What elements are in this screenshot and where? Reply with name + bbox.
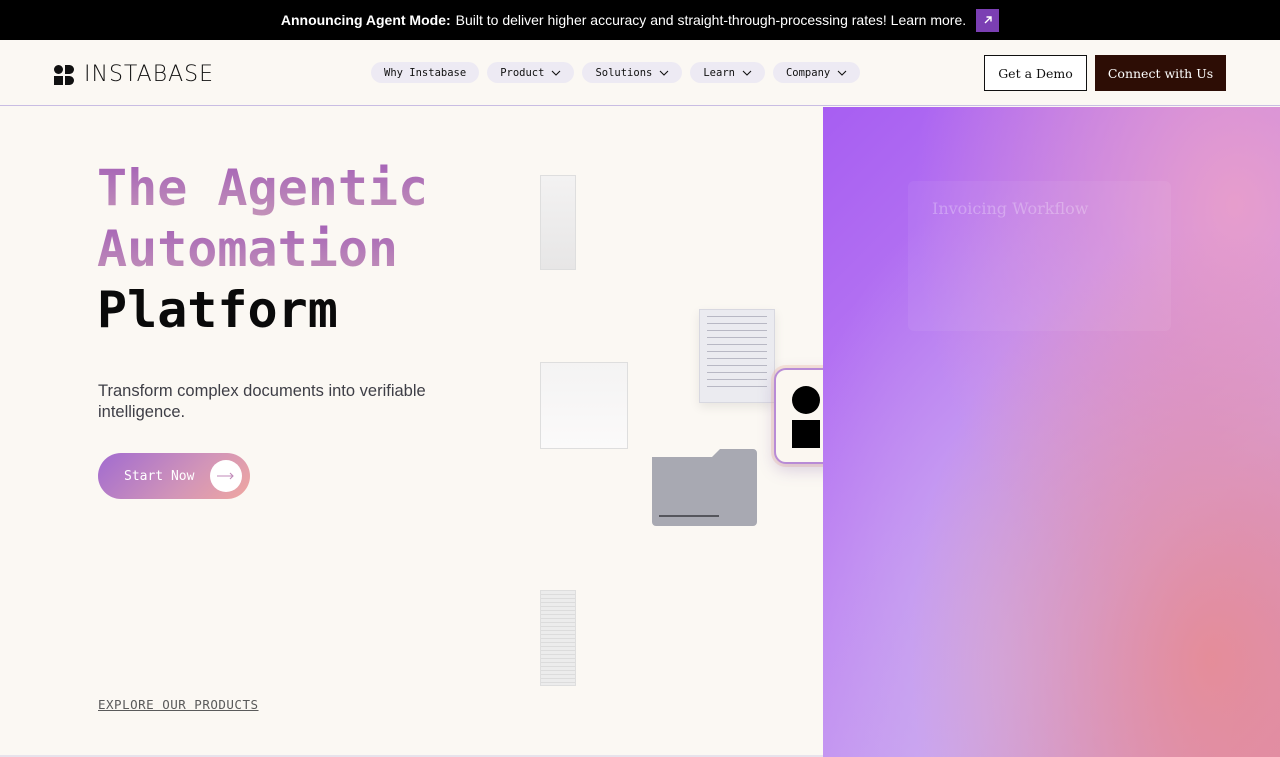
- hero-title-line-2: Automation: [97, 219, 428, 280]
- main-menu: Why Instabase Product Solutions Learn Co…: [371, 62, 861, 83]
- chevron-down-icon: [659, 70, 669, 76]
- chevron-down-icon: [837, 70, 847, 76]
- nav-item-product[interactable]: Product: [487, 62, 575, 83]
- hero-subtitle: Transform complex documents into verifia…: [98, 382, 426, 421]
- nav-item-label: Learn: [703, 66, 735, 79]
- chevron-down-icon: [552, 70, 561, 76]
- get-demo-button[interactable]: Get a Demo: [984, 55, 1087, 91]
- announcement-text[interactable]: Built to deliver higher accuracy and str…: [456, 12, 966, 28]
- nav-item-label: Company: [785, 66, 831, 79]
- announcement-bold: Announcing Agent Mode:: [280, 12, 451, 28]
- folder-icon: [652, 449, 757, 526]
- arrow-up-right-icon[interactable]: [976, 8, 1000, 32]
- workflow-card: Invoicing Workflow: [908, 181, 1171, 331]
- hero-title: The Agentic Automation Platform: [97, 158, 428, 341]
- nav-item-label: Solutions: [595, 66, 653, 79]
- explore-products-link[interactable]: EXPLORE OUR PRODUCTS: [98, 697, 259, 712]
- nav-item-company[interactable]: Company: [772, 62, 861, 83]
- start-now-label: Start Now: [124, 468, 195, 484]
- text-document-icon: [699, 309, 775, 403]
- arrow-right-icon: [210, 460, 242, 492]
- nav-item-why-instabase[interactable]: Why Instabase: [371, 62, 480, 83]
- connect-button[interactable]: Connect with Us: [1095, 55, 1226, 91]
- nav-item-solutions[interactable]: Solutions: [582, 62, 683, 83]
- navbar: INSTABASE Why Instabase Product Solution…: [0, 40, 1280, 106]
- hero-title-line-1: The Agentic: [97, 159, 429, 217]
- chevron-down-icon: [742, 70, 752, 76]
- document-illustration: [540, 175, 576, 270]
- start-now-button[interactable]: Start Now: [98, 453, 250, 499]
- workflow-card-title: Invoicing Workflow: [932, 199, 1089, 218]
- hero-visual-panel: Invoicing Workflow: [823, 107, 1280, 757]
- logo[interactable]: INSTABASE: [54, 62, 214, 87]
- hero-title-line-3: Platform: [97, 281, 338, 339]
- nav-item-label: Product: [500, 66, 545, 79]
- document-illustration: [540, 362, 628, 449]
- nav-item-label: Why Instabase: [384, 66, 467, 79]
- document-illustration: [540, 590, 576, 686]
- logo-icon: [54, 64, 74, 85]
- announcement-bar[interactable]: Announcing Agent Mode: Built to deliver …: [0, 0, 1280, 40]
- logo-text: INSTABASE: [84, 62, 215, 87]
- nav-item-learn[interactable]: Learn: [690, 62, 765, 83]
